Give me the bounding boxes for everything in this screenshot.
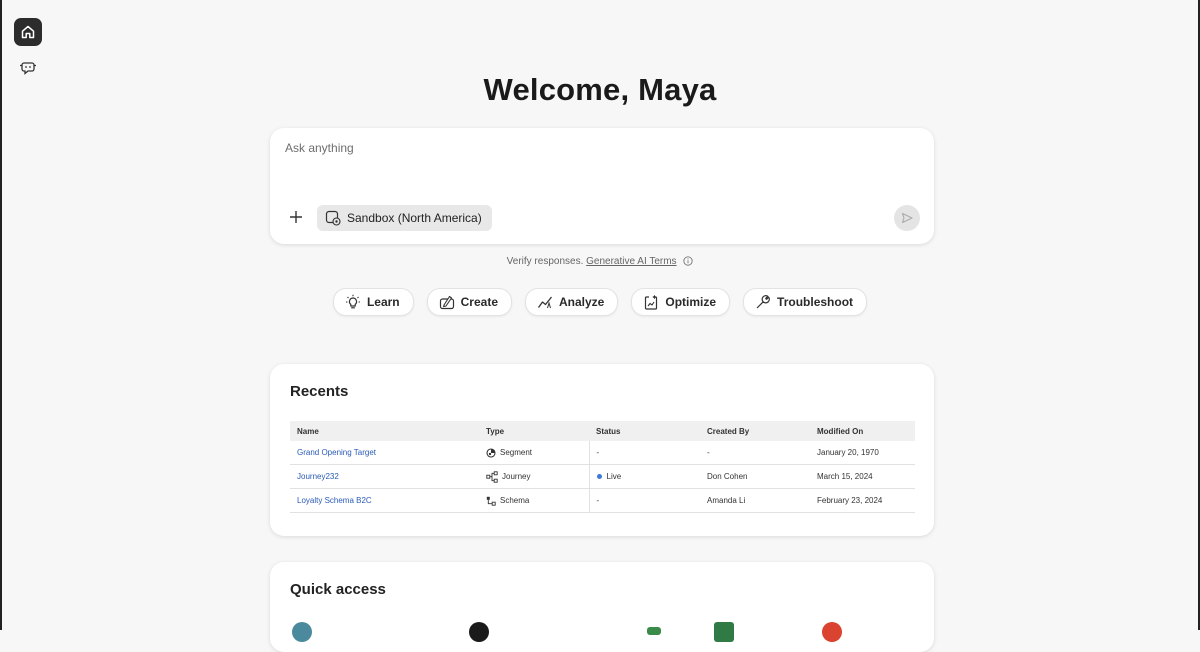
recents-table: Name Type Status Created By Modified On … [290, 421, 915, 513]
status-cell: - [589, 488, 700, 513]
sandbox-selector[interactable]: Sandbox (North America) [317, 205, 492, 231]
analyze-pill[interactable]: Analyze [525, 288, 619, 316]
sandbox-icon [325, 210, 341, 226]
wrench-icon [756, 295, 770, 309]
table-row[interactable]: Loyalty Schema B2C Schema - Amanda Li Fe… [290, 488, 915, 513]
modified-on-cell: January 20, 1970 [810, 441, 915, 465]
journey-icon [486, 470, 498, 483]
live-status-dot [596, 474, 602, 479]
send-button[interactable] [894, 205, 920, 231]
create-pill[interactable]: Create [426, 288, 512, 316]
created-by-cell: Amanda Li [700, 488, 810, 513]
create-label: Create [460, 295, 498, 309]
quick-access-app-icon[interactable] [822, 622, 842, 642]
status-cell: Live [606, 472, 622, 481]
table-row[interactable]: Journey232 Journey Live Don Cohen March … [290, 464, 915, 489]
column-header-status[interactable]: Status [589, 421, 700, 441]
analyze-label: Analyze [559, 295, 605, 309]
recent-item-link[interactable]: Grand Opening Target [297, 448, 376, 457]
ask-panel: Sandbox (North America) [270, 128, 934, 244]
type-label: Schema [500, 496, 530, 505]
created-by-cell: - [700, 441, 810, 465]
table-row[interactable]: Grand Opening Target Segment - - January… [290, 441, 915, 465]
home-icon [21, 25, 35, 39]
quick-access-panel: Quick access [270, 562, 934, 652]
column-header-created-by[interactable]: Created By [700, 421, 810, 441]
optimize-label: Optimize [665, 295, 717, 309]
send-icon [901, 212, 913, 224]
troubleshoot-pill[interactable]: Troubleshoot [743, 288, 868, 316]
schema-icon [486, 496, 496, 506]
quick-access-app-icon[interactable] [469, 622, 489, 642]
recents-panel: Recents Name Type Status Created By Modi… [270, 364, 934, 536]
quick-access-row [292, 622, 912, 652]
generative-ai-terms-link[interactable]: Generative AI Terms [586, 256, 676, 267]
add-attachment-button[interactable] [288, 209, 304, 225]
welcome-heading: Welcome, Maya [483, 72, 717, 107]
type-label: Segment [500, 448, 533, 457]
verify-notice: Verify responses. Generative AI Terms [2, 256, 1198, 267]
learn-pill[interactable]: Learn [332, 288, 414, 316]
ask-input[interactable] [283, 140, 887, 156]
quick-access-app-icon[interactable] [292, 622, 312, 642]
column-header-modified-on[interactable]: Modified On [810, 421, 915, 441]
recent-item-link[interactable]: Loyalty Schema B2C [297, 496, 372, 505]
suggestion-pills: Learn Create Analyze Optimize Troublesho… [2, 288, 1198, 316]
column-header-type[interactable]: Type [479, 421, 589, 441]
segment-icon [486, 447, 496, 458]
modified-on-cell: March 15, 2024 [810, 464, 915, 489]
lightbulb-icon [345, 294, 360, 309]
verify-text: Verify responses. [506, 256, 584, 267]
create-icon [439, 295, 454, 310]
home-button[interactable] [14, 18, 42, 46]
status-cell: - [589, 441, 700, 465]
learn-label: Learn [366, 295, 400, 309]
troubleshoot-label: Troubleshoot [777, 295, 854, 309]
modified-on-cell: February 23, 2024 [810, 488, 915, 513]
quick-access-title: Quick access [290, 581, 386, 598]
recent-item-link[interactable]: Journey232 [297, 472, 339, 481]
optimize-pill[interactable]: Optimize [631, 288, 731, 316]
created-by-cell: Don Cohen [700, 464, 810, 489]
column-header-name[interactable]: Name [290, 421, 479, 441]
recents-header-row: Name Type Status Created By Modified On [290, 421, 915, 441]
type-label: Journey [502, 472, 531, 481]
quick-access-app-icon[interactable] [714, 622, 734, 642]
recents-title: Recents [290, 383, 349, 400]
quick-access-app-icon[interactable] [647, 627, 661, 635]
analyze-icon [537, 296, 553, 309]
sandbox-label: Sandbox (North America) [347, 211, 482, 225]
plus-icon [290, 211, 302, 223]
optimize-icon [645, 294, 658, 310]
info-icon[interactable] [683, 256, 693, 267]
